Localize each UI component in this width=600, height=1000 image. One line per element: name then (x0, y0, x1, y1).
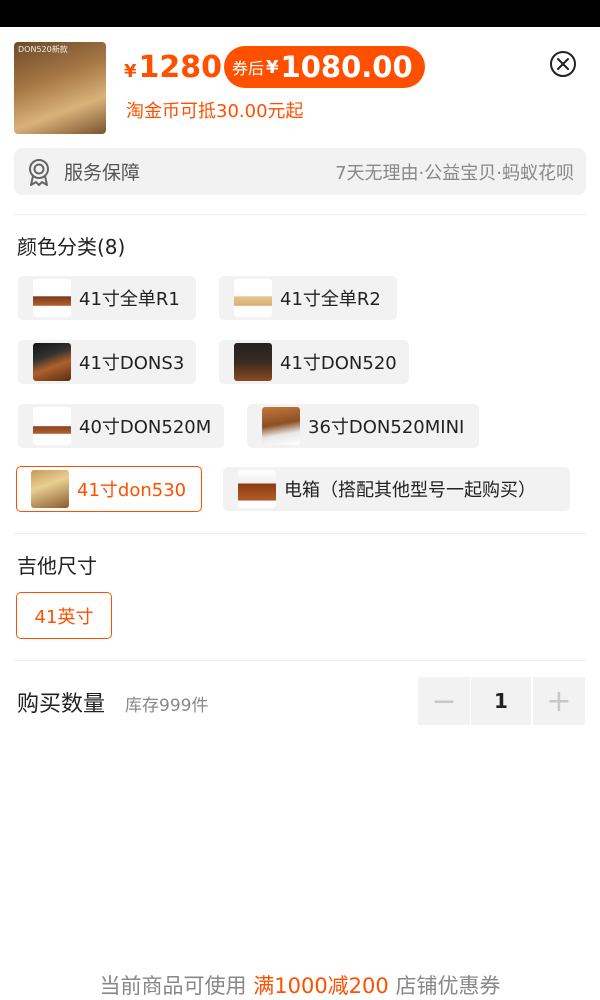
color-option[interactable]: 电箱（搭配其他型号一起购买） (223, 467, 570, 511)
coupon-note-suffix: 店铺优惠券 (395, 974, 501, 998)
price-currency: ¥ (124, 61, 137, 82)
quantity-label: 购买数量 (17, 692, 106, 717)
option-label: 41寸全单R1 (79, 289, 180, 310)
color-option[interactable]: 41寸DONS3 (18, 340, 196, 384)
shop-coupon-note[interactable]: 当前商品可使用 满1000减200 店铺优惠券 (0, 970, 600, 1000)
original-price: ¥1280 (124, 50, 222, 85)
service-guarantee-bar[interactable]: 服务保障 7天无理由·公益宝贝·蚂蚁花呗 (14, 148, 586, 195)
quantity-decrease-button[interactable]: − (418, 677, 470, 725)
option-label: 电箱（搭配其他型号一起购买） (284, 480, 536, 501)
price-value: 1280 (138, 50, 223, 85)
option-label: 41寸don530 (77, 480, 187, 501)
service-title: 服务保障 (64, 162, 141, 184)
color-option[interactable]: 41寸全单R1 (18, 276, 196, 320)
coupon-note-prefix: 当前商品可使用 (99, 974, 247, 998)
color-option-selected[interactable]: 41寸don530 (16, 466, 202, 512)
close-icon (557, 58, 569, 70)
thumbnail-caption: DON520新款 (18, 45, 68, 54)
option-label: 41英寸 (34, 606, 94, 628)
option-thumbnail (262, 407, 300, 445)
coupon-label: 券后 (232, 59, 265, 78)
quantity-value[interactable]: 1 (471, 677, 531, 725)
option-thumbnail (238, 470, 276, 508)
color-option[interactable]: 41寸全单R2 (219, 276, 397, 320)
option-label: 41寸全单R2 (280, 289, 381, 310)
stock-count: 库存999件 (125, 696, 209, 716)
divider (14, 214, 586, 215)
coupon-currency: ¥ (266, 56, 279, 78)
product-thumbnail[interactable]: DON520新款 (14, 42, 106, 134)
quantity-increase-button[interactable]: + (533, 677, 585, 725)
plus-icon: + (546, 683, 572, 719)
size-option-selected[interactable]: 41英寸 (16, 592, 112, 639)
badge-icon (29, 158, 49, 186)
option-thumbnail (33, 279, 71, 317)
option-label: 41寸DON520 (280, 353, 397, 374)
option-label: 36寸DON520MINI (308, 417, 465, 438)
coupon-price-badge: 券后 ¥ 1080.00 (224, 46, 425, 88)
taobao-coin-note: 淘金币可抵30.00元起 (126, 101, 304, 122)
color-option[interactable]: 36寸DON520MINI (247, 404, 479, 448)
option-thumbnail (33, 407, 71, 445)
minus-icon: − (431, 683, 457, 719)
color-option[interactable]: 41寸DON520 (219, 340, 409, 384)
close-button[interactable] (550, 51, 576, 77)
status-bar (0, 0, 600, 27)
divider (14, 533, 586, 534)
size-section-title: 吉他尺寸 (17, 554, 97, 578)
coupon-note-highlight: 满1000减200 (253, 974, 389, 998)
option-thumbnail (234, 279, 272, 317)
color-section-title: 颜色分类(8) (17, 235, 126, 259)
service-description: 7天无理由·公益宝贝·蚂蚁花呗 (335, 162, 574, 184)
option-label: 41寸DONS3 (79, 353, 185, 374)
option-thumbnail (234, 343, 272, 381)
option-label: 40寸DON520M (79, 417, 212, 438)
option-thumbnail (33, 343, 71, 381)
divider (14, 660, 586, 661)
coupon-price-value: 1080.00 (280, 50, 413, 84)
color-option[interactable]: 40寸DON520M (18, 404, 224, 448)
option-thumbnail (31, 470, 69, 508)
